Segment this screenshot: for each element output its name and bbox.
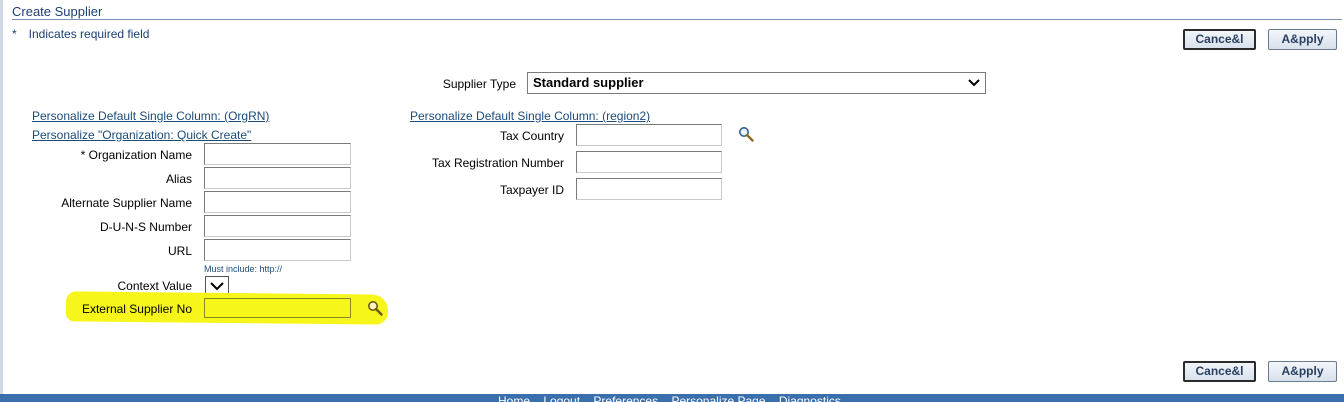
url-input[interactable]	[204, 239, 351, 261]
footer-link-diagnostics[interactable]: Diagnostics	[779, 394, 841, 402]
footer-bar: Home Logout Preferences Personalize Page…	[0, 394, 1344, 402]
tax-country-label: Tax Country	[499, 129, 564, 143]
left-border	[0, 0, 3, 402]
supplier-type-label: Supplier Type	[442, 77, 516, 91]
required-marker: *	[12, 27, 17, 41]
alternate-supplier-name-label: Alternate Supplier Name	[61, 196, 192, 210]
organization-name-label: * Organization Name	[20, 148, 192, 162]
footer-links: Home Logout Preferences Personalize Page…	[498, 395, 851, 402]
taxpayer-id-input[interactable]	[576, 178, 722, 200]
url-hint: Must include: http://	[204, 264, 283, 274]
duns-number-input[interactable]	[204, 215, 351, 237]
cancel-button-top[interactable]: Cance&l	[1183, 29, 1256, 50]
alternate-supplier-name-input[interactable]	[204, 191, 351, 213]
personalize-region2-link[interactable]: Personalize Default Single Column: (regi…	[410, 109, 650, 123]
apply-button-top[interactable]: A&pply	[1268, 29, 1337, 50]
tax-registration-number-input[interactable]	[576, 151, 722, 173]
alias-label: Alias	[165, 172, 192, 186]
organization-name-label-text: Organization Name	[88, 148, 192, 162]
external-supplier-no-label: External Supplier No	[81, 302, 192, 316]
duns-number-label: D-U-N-S Number	[99, 220, 192, 234]
tax-registration-number-label: Tax Registration Number	[431, 156, 564, 170]
organization-name-input[interactable]	[204, 143, 351, 165]
page-title: Create Supplier	[12, 4, 103, 19]
taxpayer-id-label: Taxpayer ID	[499, 183, 564, 197]
supplier-type-value: Standard supplier	[533, 75, 644, 90]
footer-link-personalize-page[interactable]: Personalize Page	[671, 394, 765, 402]
footer-link-preferences[interactable]: Preferences	[593, 394, 658, 402]
chevron-down-icon	[968, 79, 980, 87]
tax-country-input[interactable]	[576, 124, 722, 146]
supplier-type-select[interactable]: Standard supplier	[527, 72, 986, 94]
magnifier-icon[interactable]	[738, 126, 754, 142]
external-supplier-no-input[interactable]	[204, 298, 351, 318]
required-note-text: Indicates required field	[28, 27, 150, 41]
required-field-note: * Indicates required field	[12, 27, 149, 41]
footer-link-logout[interactable]: Logout	[543, 394, 580, 402]
alias-input[interactable]	[204, 167, 351, 189]
personalize-quick-create-link[interactable]: Personalize "Organization: Quick Create"	[32, 128, 251, 142]
footer-link-home[interactable]: Home	[498, 394, 530, 402]
magnifier-icon[interactable]	[367, 300, 383, 316]
title-divider	[12, 19, 1342, 20]
personalize-orgrn-link[interactable]: Personalize Default Single Column: (OrgR…	[32, 109, 269, 123]
org-name-required-marker: *	[80, 148, 86, 162]
cancel-button-bottom[interactable]: Cance&l	[1183, 361, 1256, 382]
url-label: URL	[167, 244, 192, 258]
apply-button-bottom[interactable]: A&pply	[1268, 361, 1337, 382]
